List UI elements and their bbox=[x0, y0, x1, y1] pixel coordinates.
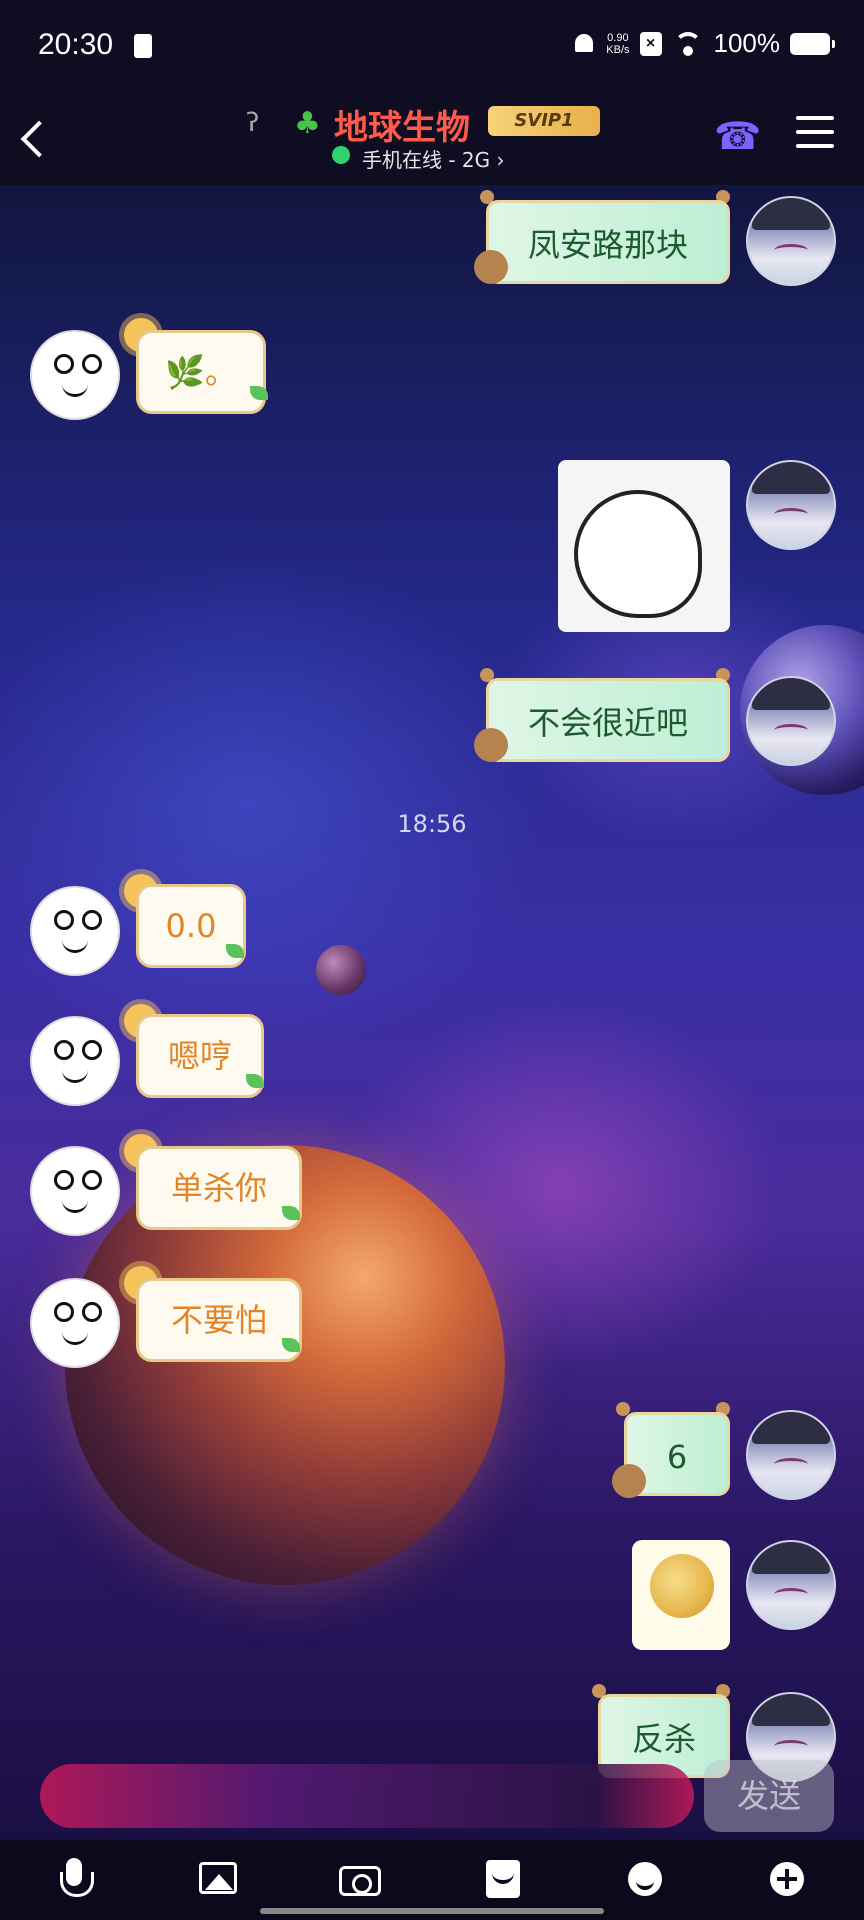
home-indicator[interactable] bbox=[260, 1908, 604, 1914]
battery-percent: 100% bbox=[713, 28, 781, 58]
contact-avatar[interactable] bbox=[30, 1016, 120, 1106]
back-button[interactable] bbox=[14, 116, 54, 164]
emoji-icon[interactable] bbox=[620, 1854, 670, 1904]
planet-decoration bbox=[316, 945, 366, 995]
send-button[interactable]: 发送 bbox=[704, 1760, 834, 1832]
online-status-dot bbox=[332, 146, 350, 164]
clock: 20:30 bbox=[38, 28, 114, 61]
presence-text[interactable]: 手机在线 - 2G › bbox=[362, 144, 505, 173]
message-input[interactable] bbox=[40, 1764, 694, 1828]
network-speed: 0.90 KB/s bbox=[606, 31, 630, 56]
message-bubble[interactable]: 嗯哼 bbox=[136, 1014, 264, 1098]
contact-avatar[interactable] bbox=[30, 1278, 120, 1368]
my-avatar[interactable] bbox=[746, 196, 836, 286]
battery-icon bbox=[790, 32, 835, 55]
bear-decoration bbox=[612, 1464, 646, 1498]
phone-call-icon[interactable] bbox=[712, 114, 761, 160]
sprout-icon: ♣ bbox=[294, 106, 321, 141]
message-bubble[interactable]: 🌿。 bbox=[136, 330, 266, 414]
menu-icon[interactable] bbox=[796, 114, 836, 154]
status-bar: 20:30 0.90 KB/s × 100% bbox=[0, 0, 864, 96]
earpiece-icon: ʔ bbox=[246, 108, 260, 138]
sticker-image[interactable] bbox=[632, 1540, 730, 1650]
mute-icon bbox=[572, 31, 596, 57]
message-bubble[interactable]: 凤安路那块 bbox=[486, 200, 730, 284]
sticker-image[interactable] bbox=[558, 460, 730, 632]
clipboard-icon bbox=[134, 34, 152, 58]
wifi-icon bbox=[672, 31, 704, 56]
message-bubble[interactable]: 不要怕 bbox=[136, 1278, 302, 1362]
my-avatar[interactable] bbox=[746, 676, 836, 766]
bear-decoration bbox=[474, 250, 508, 284]
contact-avatar[interactable] bbox=[30, 330, 120, 420]
chat-background bbox=[0, 185, 864, 1920]
status-icons: 0.90 KB/s × 100% bbox=[572, 28, 835, 59]
message-bubble[interactable]: 不会很近吧 bbox=[486, 678, 730, 762]
contact-name[interactable]: 地球生物 bbox=[334, 100, 470, 149]
camera-icon[interactable] bbox=[335, 1854, 385, 1904]
mic-icon[interactable] bbox=[50, 1854, 100, 1904]
my-avatar[interactable] bbox=[746, 1540, 836, 1630]
image-icon[interactable] bbox=[193, 1854, 243, 1904]
message-bubble[interactable]: 单杀你 bbox=[136, 1146, 302, 1230]
plus-icon[interactable] bbox=[762, 1854, 812, 1904]
contact-avatar[interactable] bbox=[30, 1146, 120, 1236]
contact-avatar[interactable] bbox=[30, 886, 120, 976]
my-avatar[interactable] bbox=[746, 1410, 836, 1500]
message-timestamp: 18:56 bbox=[397, 810, 467, 838]
red-envelope-icon[interactable] bbox=[478, 1854, 528, 1904]
my-avatar[interactable] bbox=[746, 460, 836, 550]
sim-off-icon: × bbox=[639, 31, 662, 56]
bear-decoration bbox=[474, 728, 508, 762]
svip-badge: SVIP1 bbox=[488, 106, 600, 136]
chat-header: ʔ ♣ 地球生物 SVIP1 手机在线 - 2G › bbox=[0, 96, 864, 185]
